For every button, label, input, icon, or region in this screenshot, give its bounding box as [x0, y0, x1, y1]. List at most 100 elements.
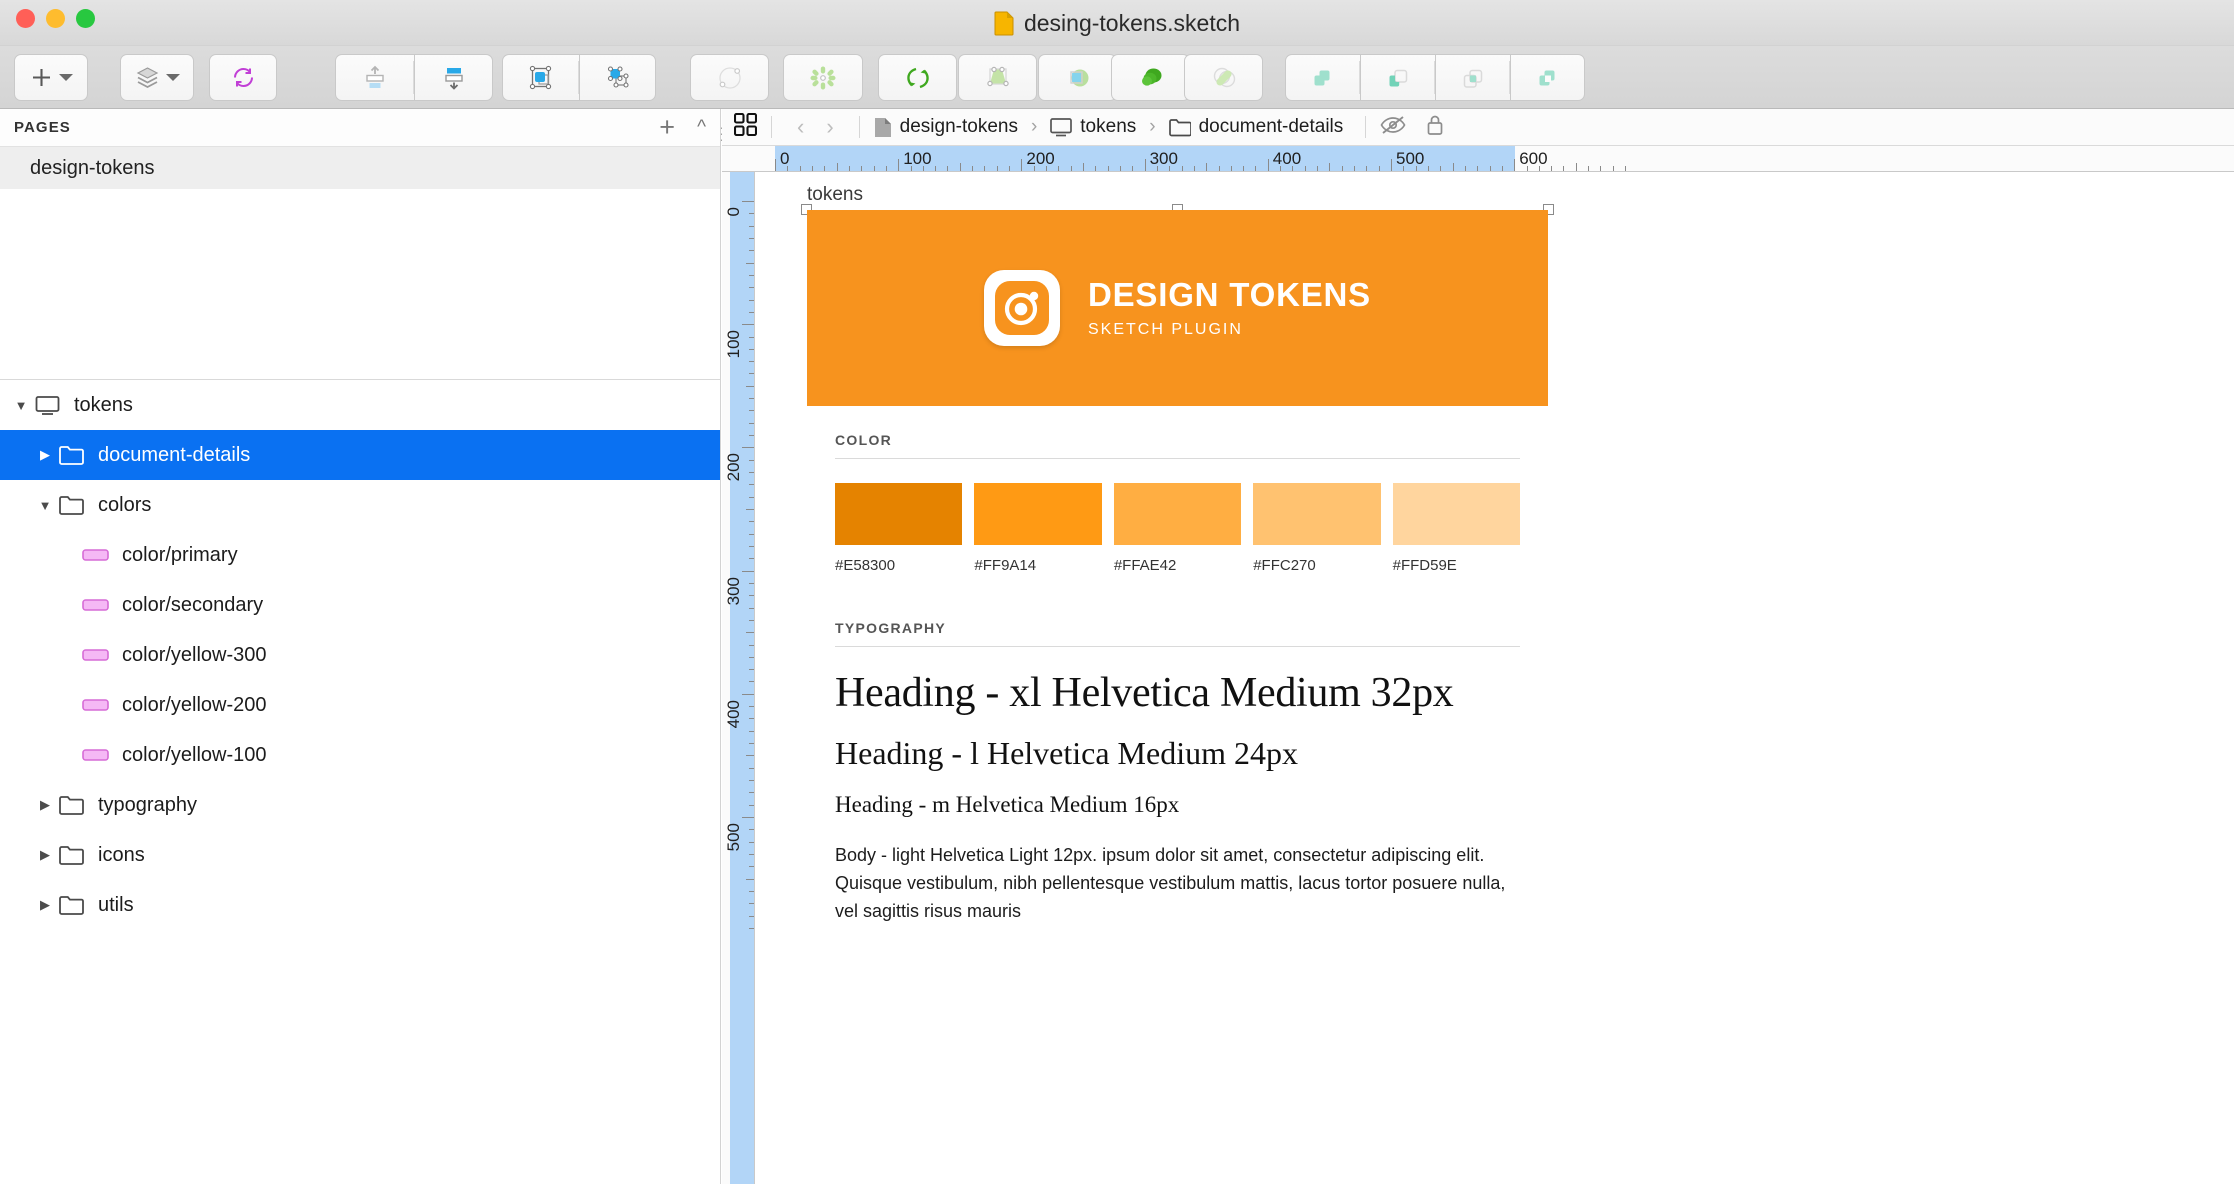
- page-item-design-tokens[interactable]: design-tokens: [0, 147, 720, 189]
- ruler-minor-tick: [1366, 166, 1368, 171]
- toolbar-group-rotate: [878, 54, 957, 101]
- layer-row-color-yellow-100[interactable]: color/yellow-100: [0, 730, 720, 780]
- canvas[interactable]: tokens DESIGN TOKENS SKETCH PLUGIN COLOR…: [755, 172, 2234, 1184]
- ruler-minor-tick: [787, 166, 789, 171]
- data-button[interactable]: [120, 54, 194, 101]
- ruler-v-major-tick: [742, 324, 754, 326]
- vertical-ruler[interactable]: 0 100 200 300 400 500: [722, 172, 755, 1184]
- hide-layer-icon[interactable]: [1380, 115, 1406, 140]
- ruler-minor-tick: [1243, 166, 1245, 171]
- ruler-minor-tick: [1304, 166, 1306, 171]
- forward-button[interactable]: [335, 54, 414, 101]
- add-page-icon[interactable]: +: [659, 114, 675, 141]
- ruler-v-minor-tick: [746, 262, 754, 264]
- color-swatch[interactable]: #FFC270: [1253, 483, 1381, 574]
- ruler-minor-tick: [1058, 166, 1060, 171]
- toolbar-group-scale: [1111, 54, 1190, 101]
- ruler-v-minor-tick: [749, 225, 754, 227]
- ungroup-button[interactable]: [579, 54, 656, 101]
- ruler-minor-tick: [1009, 166, 1011, 171]
- color-swatch[interactable]: #FFAE42: [1113, 483, 1242, 574]
- forward-arrow-icon[interactable]: ›: [826, 114, 833, 140]
- layer-row-color-primary[interactable]: color/primary: [0, 530, 720, 580]
- ruler-minor-tick: [972, 166, 974, 171]
- breadcrumb-separator-2: ›: [1149, 116, 1156, 137]
- layer-row-utils[interactable]: ▶ utils: [0, 880, 720, 930]
- disclosure-closed-icon[interactable]: ▶: [34, 847, 56, 863]
- grid-view-icon[interactable]: [733, 112, 758, 141]
- ruler-minor-tick: [1156, 166, 1158, 171]
- layer-row-color-secondary[interactable]: color/secondary: [0, 580, 720, 630]
- group-button[interactable]: [502, 54, 579, 101]
- toolbar-group-flatten: [1184, 54, 1263, 101]
- disclosure-open-icon[interactable]: ▼: [10, 398, 32, 413]
- document-icon: [874, 117, 891, 137]
- color-swatch[interactable]: #FF9A14: [974, 483, 1102, 574]
- type-sample-body: Body - light Helvetica Light 12px. ipsum…: [835, 845, 1506, 921]
- insert-button[interactable]: [14, 54, 88, 101]
- style-swatch-icon: [80, 697, 110, 713]
- layer-row-colors[interactable]: ▼ colors: [0, 480, 720, 530]
- mask-button[interactable]: [1038, 54, 1117, 101]
- create-symbol-button[interactable]: [209, 54, 277, 101]
- ruler-v-minor-tick: [749, 422, 754, 424]
- ruler-major-tick: [1267, 159, 1269, 171]
- horizontal-ruler[interactable]: 0 100 200 300 400 500 600: [722, 146, 2234, 172]
- color-swatch[interactable]: #FFD59E: [1392, 483, 1521, 574]
- lock-layer-icon[interactable]: [1426, 114, 1444, 141]
- ruler-v-minor-tick: [749, 866, 754, 868]
- ruler-minor-tick: [1427, 166, 1429, 171]
- ruler-minor-tick: [1464, 166, 1466, 171]
- style-swatch-icon: [80, 547, 110, 563]
- typography-samples: Heading - xl Helvetica Medium 32px Headi…: [835, 669, 1520, 926]
- ruler-v-minor-tick: [749, 398, 754, 400]
- artboard-name-label[interactable]: tokens: [807, 184, 863, 206]
- ruler-v-minor-tick: [749, 299, 754, 301]
- chevron-up-icon[interactable]: ^: [697, 118, 706, 137]
- ruler-minor-tick: [1280, 166, 1282, 171]
- intersect-button[interactable]: [1435, 54, 1510, 101]
- backward-button[interactable]: [414, 54, 493, 101]
- transform-button[interactable]: [958, 54, 1037, 101]
- hero-subtitle: SKETCH PLUGIN: [1087, 320, 1243, 338]
- layer-row-color-yellow-200[interactable]: color/yellow-200: [0, 680, 720, 730]
- artboard-tokens[interactable]: DESIGN TOKENS SKETCH PLUGIN COLOR #E5830…: [807, 210, 1548, 1184]
- ruler-minor-tick: [1563, 166, 1565, 171]
- layer-row-icons[interactable]: ▶ icons: [0, 830, 720, 880]
- difference-button[interactable]: [1510, 54, 1585, 101]
- ruler-tick-label: 300: [1149, 149, 1178, 168]
- layer-row-color-yellow-300[interactable]: color/yellow-300: [0, 630, 720, 680]
- subtract-button[interactable]: [1360, 54, 1435, 101]
- folder-icon: [56, 895, 86, 916]
- union-button[interactable]: [1285, 54, 1360, 101]
- ruler-v-minor-tick: [749, 927, 754, 929]
- toolbar-group-arrange: [335, 54, 493, 101]
- disclosure-closed-icon[interactable]: ▶: [34, 897, 56, 913]
- rotate-copies-button[interactable]: [783, 54, 863, 101]
- ruler-minor-tick: [885, 166, 887, 171]
- color-swatch[interactable]: #E58300: [835, 483, 963, 574]
- ruler-major-tick: [1514, 159, 1516, 171]
- layer-row-tokens[interactable]: ▼ tokens: [0, 380, 720, 430]
- ruler-v-major-tick: [742, 693, 754, 695]
- ruler-v-minor-tick: [749, 582, 754, 584]
- rotate-button[interactable]: [878, 54, 957, 101]
- ruler-v-minor-tick: [749, 348, 754, 350]
- edit-button[interactable]: [690, 54, 769, 101]
- back-arrow-icon[interactable]: ‹: [797, 114, 804, 140]
- layer-row-document-details[interactable]: ▶ document-details: [0, 430, 720, 480]
- flatten-button[interactable]: [1184, 54, 1263, 101]
- breadcrumb-item-document[interactable]: design-tokens: [874, 116, 1018, 138]
- ruler-minor-tick: [1095, 166, 1097, 171]
- breadcrumb-item-group[interactable]: document-details: [1168, 116, 1343, 138]
- ruler-v-major-tick: [742, 570, 754, 572]
- disclosure-closed-icon[interactable]: ▶: [34, 447, 56, 463]
- breadcrumb-item-artboard[interactable]: tokens: [1050, 116, 1136, 138]
- ruler-v-minor-tick: [749, 743, 754, 745]
- disclosure-closed-icon[interactable]: ▶: [34, 797, 56, 813]
- layer-row-typography[interactable]: ▶ typography: [0, 780, 720, 830]
- ruler-v-minor-tick: [749, 545, 754, 547]
- scale-button[interactable]: [1111, 54, 1190, 101]
- disclosure-open-icon[interactable]: ▼: [34, 498, 56, 513]
- typography-section-label: TYPOGRAPHY: [835, 620, 947, 636]
